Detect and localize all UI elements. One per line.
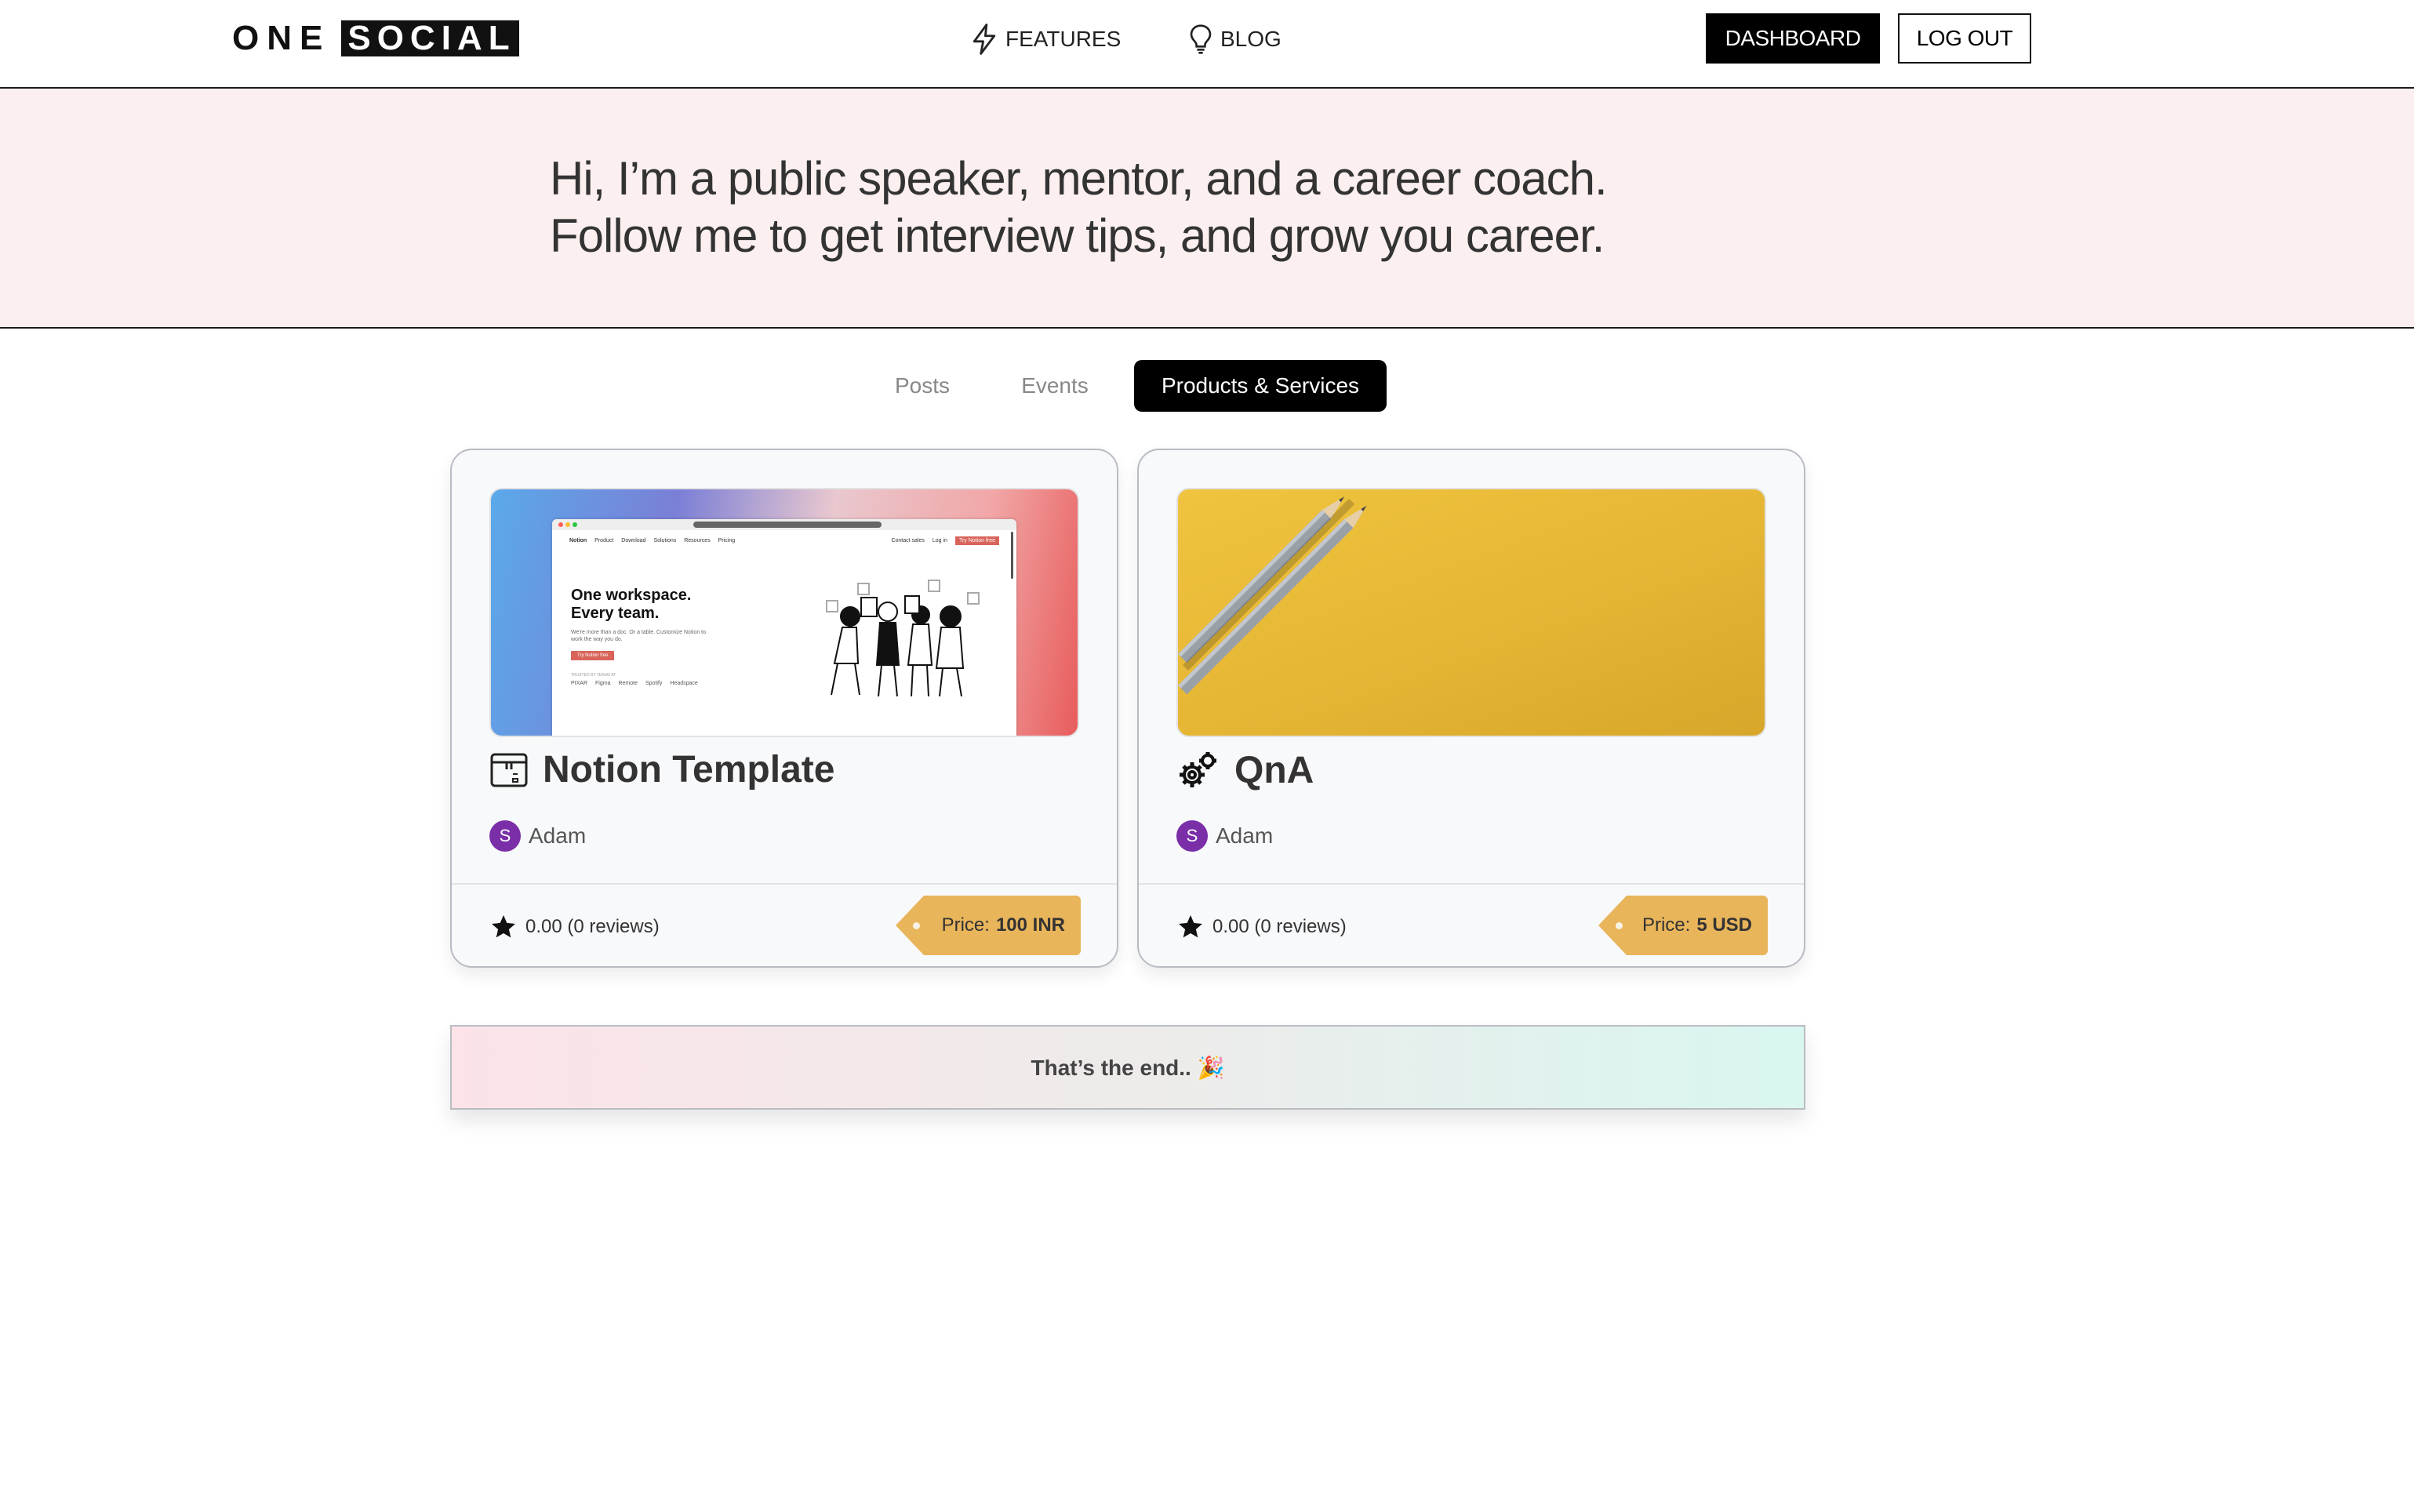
end-of-list-banner: That’s the end.. 🎉 <box>450 1025 1805 1110</box>
product-card-notion-template[interactable]: Notion Product Download Solutions Resour… <box>450 449 1118 968</box>
thumbnail-site-nav: Notion Product Download Solutions Resour… <box>569 538 735 543</box>
thumbnail-trusted: TRUSTED BY TEAMS AT <box>571 673 616 678</box>
thumbnail-menu-item: Download <box>621 538 646 543</box>
thumbnail-login: Log in <box>932 538 947 543</box>
logout-button[interactable]: LOG OUT <box>1898 13 2031 64</box>
thumbnail-menu-item: Resources <box>684 538 711 543</box>
thumbnail-headline: One workspace. Every team. <box>571 587 691 623</box>
logo-text-one: ONE <box>232 19 331 57</box>
lightning-icon <box>973 24 996 55</box>
product-author[interactable]: S Adam <box>489 820 586 852</box>
thumbnail-headline-2: Every team. <box>571 605 660 622</box>
thumbnail-cta-button: Try Notion free <box>571 651 615 660</box>
thumbnail-logo: Headspace <box>670 681 698 686</box>
card-divider <box>1139 883 1804 885</box>
logo-text-social: SOCIAL <box>341 20 519 56</box>
price-label: Price: <box>1641 914 1691 936</box>
product-title[interactable]: Notion Template <box>489 748 834 791</box>
price-value: 5 USD <box>1696 914 1752 936</box>
thumbnail-browser-toolbar <box>552 519 1016 530</box>
card-divider <box>452 883 1117 885</box>
tab-products-services[interactable]: Products & Services <box>1134 360 1387 412</box>
price-value: 100 INR <box>995 914 1065 936</box>
avatar: S <box>489 820 521 852</box>
thumbnail-menu-item: Solutions <box>653 538 677 543</box>
dashboard-button[interactable]: DASHBOARD <box>1706 13 1880 64</box>
thumbnail-contact: Contact sales <box>891 538 925 543</box>
price-label: Price: <box>941 914 990 936</box>
product-title-text: QnA <box>1234 749 1314 791</box>
thumbnail-brand: Notion <box>569 538 587 543</box>
nav-features[interactable]: FEATURES <box>971 24 1121 55</box>
tab-posts[interactable]: Posts <box>882 360 963 412</box>
product-card-qna[interactable]: QnA S Adam 0.00 (0 reviews) Price: 5 USD <box>1137 449 1805 968</box>
price-tag: Price: 100 INR <box>896 896 1081 955</box>
thumbnail-headline-1: One workspace. <box>571 587 692 604</box>
product-thumbnail <box>1176 488 1766 737</box>
thumbnail-browser-window: Notion Product Download Solutions Resour… <box>552 519 1016 736</box>
rating-text: 0.00 (0 reviews) <box>525 916 660 937</box>
price-tag-hole <box>1616 922 1623 929</box>
nav-blog[interactable]: BLOG <box>1189 24 1282 55</box>
pencils-image <box>1178 496 1367 695</box>
product-author[interactable]: S Adam <box>1176 820 1273 852</box>
bio-text: Hi, I’m a public speaker, mentor, and a … <box>550 150 1883 264</box>
logo[interactable]: ONE SOCIAL <box>232 19 519 57</box>
thumbnail-menu-item: Pricing <box>718 538 736 543</box>
profile-bio-banner: Hi, I’m a public speaker, mentor, and a … <box>0 89 2414 329</box>
thumbnail-illustration <box>826 580 980 697</box>
star-icon <box>1179 915 1202 938</box>
product-rating: 0.00 (0 reviews) <box>489 913 660 941</box>
star-icon <box>492 915 515 938</box>
thumbnail-menu-item: Product <box>594 538 614 543</box>
thumbnail-logo: Spotify <box>645 681 663 686</box>
bio-line-2: Follow me to get interview tips, and gro… <box>550 209 1605 262</box>
nav-blog-label: BLOG <box>1220 27 1282 51</box>
thumbnail-cta: Try Notion free <box>954 536 999 545</box>
price-tag-hole <box>913 922 920 929</box>
product-title-text: Notion Template <box>543 749 835 791</box>
nav-features-label: FEATURES <box>1005 27 1122 51</box>
lightbulb-icon <box>1190 24 1212 54</box>
author-name: Adam <box>1216 823 1274 848</box>
thumbnail-logo: PIXAR <box>571 681 588 686</box>
rating-text: 0.00 (0 reviews) <box>1212 916 1347 937</box>
avatar: S <box>1176 820 1208 852</box>
bio-line-1: Hi, I’m a public speaker, mentor, and a … <box>550 152 1608 205</box>
tab-events[interactable]: Events <box>1012 360 1098 412</box>
product-thumbnail: Notion Product Download Solutions Resour… <box>489 488 1079 737</box>
thumbnail-subtext: We're more than a doc. Or a table. Custo… <box>571 630 707 642</box>
gears-icon <box>1176 748 1220 792</box>
author-name: Adam <box>529 823 587 848</box>
thumbnail-logo: Remote <box>618 681 638 686</box>
product-rating: 0.00 (0 reviews) <box>1176 913 1347 941</box>
package-icon <box>489 751 529 790</box>
thumbnail-logo: Figma <box>595 681 611 686</box>
thumbnail-logos: PIXAR Figma Remote Spotify Headspace <box>571 681 698 686</box>
thumbnail-site-actions: Contact sales Log in Try Notion free <box>891 536 999 545</box>
price-tag: Price: 5 USD <box>1598 896 1768 955</box>
content-tabs: Posts Events Products & Services <box>0 360 2414 412</box>
thumbnail-scrollbar <box>1011 532 1013 579</box>
top-navbar: ONE SOCIAL FEATURES BLOG DASHBOARD LOG O… <box>0 0 2414 89</box>
product-title[interactable]: QnA <box>1176 748 1314 792</box>
